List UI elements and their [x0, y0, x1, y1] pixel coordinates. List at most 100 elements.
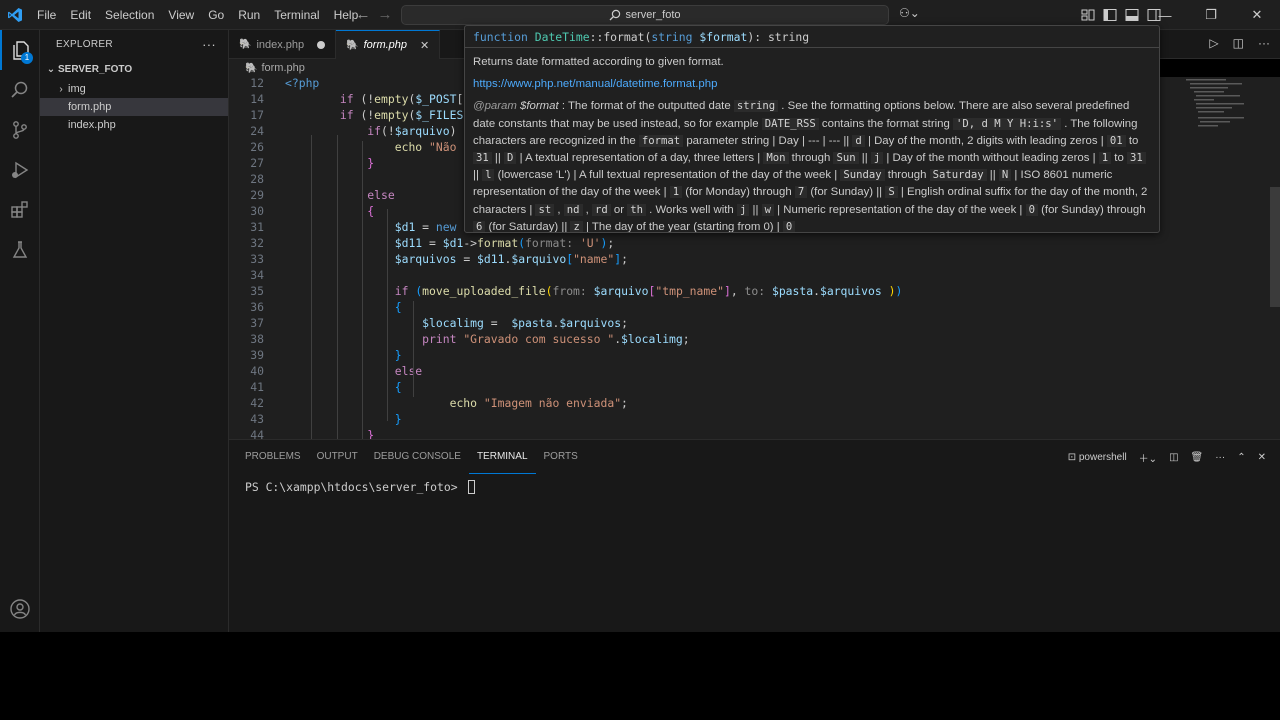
line-number: 35	[250, 284, 264, 298]
back-arrow-icon[interactable]: ←	[352, 6, 374, 23]
php-file-icon: 🐘	[239, 39, 252, 50]
search-view-icon[interactable]	[0, 70, 40, 110]
tab-index-php[interactable]: 🐘 index.php	[229, 30, 337, 59]
line-number: 40	[250, 364, 264, 378]
restore-icon[interactable]: ❐	[1188, 0, 1234, 30]
terminal-icon: ⊡	[1067, 452, 1077, 463]
close-tab-icon[interactable]: ✕	[420, 39, 429, 52]
run-file-icon[interactable]: ▷	[1209, 36, 1218, 50]
code-line[interactable]: 33 $arquivos = $d11.$arquivo["name"];	[229, 251, 1189, 267]
code-line[interactable]: 40 else	[229, 363, 1189, 379]
line-number: 41	[250, 380, 264, 394]
signature-keyword: function	[473, 30, 528, 44]
terminal-prompt[interactable]: PS C:\xampp\htdocs\server_foto>	[245, 480, 476, 494]
more-actions-icon[interactable]: ···	[1258, 36, 1270, 50]
code-line[interactable]: 41 {	[229, 379, 1189, 395]
tree-item-img[interactable]: › img	[40, 80, 228, 98]
hover-documentation-popup[interactable]: function DateTime::format(string $format…	[464, 25, 1160, 233]
code-line[interactable]: 42 echo "Imagem não enviada";	[229, 395, 1189, 411]
menu-edit[interactable]: Edit	[63, 0, 98, 30]
line-number: 31	[250, 220, 264, 234]
tab-ports[interactable]: PORTS	[536, 440, 586, 474]
run-debug-icon[interactable]	[0, 150, 40, 190]
tab-terminal[interactable]: TERMINAL	[468, 440, 536, 474]
account-icon[interactable]	[0, 593, 40, 625]
tree-item-index-php[interactable]: index.php	[40, 116, 228, 134]
customize-layout-icon[interactable]	[1080, 7, 1096, 23]
code-line[interactable]: 32 $d11 = $d1->format(format: 'U');	[229, 235, 1189, 251]
code-line[interactable]: 39 }	[229, 347, 1189, 363]
code-line[interactable]: 35 if (move_uploaded_file(from: $arquivo…	[229, 283, 1189, 299]
line-number: 26	[250, 140, 264, 154]
code-line[interactable]: 34	[229, 267, 1189, 283]
close-window-icon[interactable]: ✕	[1234, 0, 1280, 30]
line-number: 34	[250, 268, 264, 282]
window-controls: — ❐ ✕	[1142, 0, 1280, 30]
tab-debug-console[interactable]: DEBUG CONSOLE	[366, 440, 469, 474]
line-number: 39	[250, 348, 264, 362]
workspace-folder[interactable]: ⌄ SERVER_FOTO	[40, 58, 228, 80]
copilot-icon[interactable]: ⚇⌄	[899, 6, 920, 20]
more-actions-icon[interactable]: ···	[1215, 452, 1225, 463]
activity-bar: 1	[0, 30, 40, 632]
new-terminal-icon[interactable]: ＋⌄	[1139, 450, 1157, 465]
minimap[interactable]	[1186, 77, 1266, 439]
menu-run[interactable]: Run	[231, 0, 267, 30]
signature-return: ): string	[747, 30, 810, 44]
code-text: {	[394, 380, 402, 394]
code-line[interactable]: 43 }	[229, 411, 1189, 427]
signature-class: DateTime	[534, 30, 590, 44]
tab-form-php[interactable]: 🐘 form.php ✕	[336, 30, 441, 59]
code-text: }	[394, 348, 402, 362]
indent-guide	[413, 301, 414, 397]
code-line[interactable]: 36 {	[229, 299, 1189, 315]
code-line[interactable]: 38 print "Gravado com sucesso ".$localim…	[229, 331, 1189, 347]
menu-terminal[interactable]: Terminal	[267, 0, 326, 30]
command-center-search[interactable]: server_foto	[401, 5, 889, 25]
line-number: 36	[250, 300, 264, 314]
toggle-primary-sidebar-icon[interactable]	[1102, 7, 1118, 23]
explorer-icon[interactable]: 1	[0, 30, 40, 70]
signature-method: ::format(	[589, 30, 652, 44]
code-text: $d1 = new Da	[394, 220, 477, 234]
extensions-icon[interactable]	[0, 190, 40, 230]
toggle-panel-icon[interactable]	[1124, 7, 1140, 23]
tree-item-label: form.php	[68, 101, 112, 113]
workspace-folder-label: SERVER_FOTO	[58, 63, 133, 75]
kill-terminal-icon[interactable]: 🗑	[1191, 452, 1204, 463]
testing-flask-icon[interactable]	[0, 230, 40, 270]
code-line[interactable]: 37 $localimg = $pasta.$arquivos;	[229, 315, 1189, 331]
panel-tabs: PROBLEMS OUTPUT DEBUG CONSOLE TERMINAL P…	[237, 440, 586, 474]
code-text: if (!empty($_FILES["	[339, 108, 477, 122]
menu-selection[interactable]: Selection	[98, 0, 161, 30]
split-editor-icon[interactable]: ◫	[1233, 36, 1244, 50]
menu-view[interactable]: View	[161, 0, 201, 30]
tab-problems[interactable]: PROBLEMS	[237, 440, 309, 474]
signature-param-type: string	[651, 30, 693, 44]
more-actions-icon[interactable]: ···	[202, 37, 216, 52]
menu-go[interactable]: Go	[201, 0, 231, 30]
breadcrumb-file[interactable]: form.php	[261, 62, 304, 74]
menu-file[interactable]: File	[30, 0, 63, 30]
tree-item-form-php[interactable]: form.php	[40, 98, 228, 116]
editor-scrollbar[interactable]	[1270, 187, 1280, 307]
line-number: 32	[250, 236, 264, 250]
indent-guide	[387, 209, 388, 421]
explorer-header: EXPLORER ···	[40, 30, 228, 58]
unsaved-dot-icon[interactable]	[317, 40, 326, 49]
terminal-shell-selector[interactable]: ⊡ powershell	[1068, 452, 1127, 463]
line-number: 42	[250, 396, 264, 410]
line-number: 28	[250, 172, 264, 186]
source-control-icon[interactable]	[0, 110, 40, 150]
code-text: }	[367, 428, 375, 439]
explorer-badge: 1	[21, 52, 33, 64]
forward-arrow-icon[interactable]: →	[374, 6, 396, 23]
maximize-panel-icon[interactable]: ⌃	[1237, 452, 1245, 463]
split-terminal-icon[interactable]: ◫	[1169, 452, 1178, 463]
line-number: 14	[250, 92, 264, 106]
docs-link[interactable]: https://www.php.net/manual/datetime.form…	[473, 78, 717, 90]
close-panel-icon[interactable]: ✕	[1258, 452, 1266, 463]
code-line[interactable]: 44 }	[229, 427, 1189, 439]
tree-item-label: index.php	[68, 119, 116, 131]
tab-output[interactable]: OUTPUT	[309, 440, 366, 474]
